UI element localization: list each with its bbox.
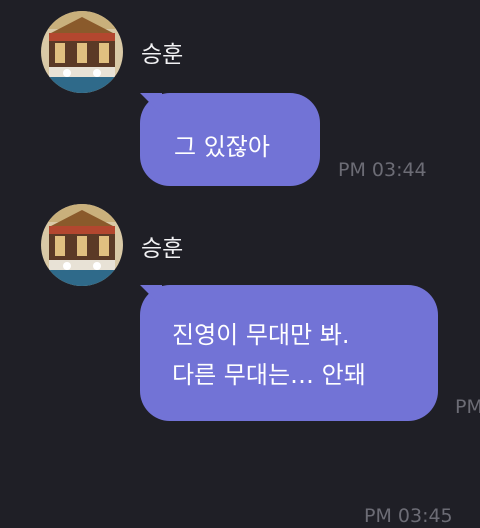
carousel-avatar-icon [41, 11, 123, 93]
sender-avatar[interactable] [41, 204, 123, 286]
message-bubble[interactable]: 진영이 무대만 봐. 다른 무대는… 안돼 [140, 285, 438, 421]
message-text: 그 있잖아 [174, 133, 270, 161]
message-time: PM 03:44 [338, 159, 427, 181]
message-text: 진영이 무대만 봐. 다른 무대는… 안돼 [172, 321, 366, 389]
sender-avatar[interactable] [41, 11, 123, 93]
message-bubble[interactable]: 그 있잖아 [140, 93, 320, 186]
sender-name: 승훈 [141, 236, 184, 262]
carousel-avatar-icon [41, 204, 123, 286]
message-time: PM 03:45 [364, 505, 453, 527]
message-time: PM [455, 396, 480, 418]
sender-name: 승훈 [141, 42, 184, 68]
